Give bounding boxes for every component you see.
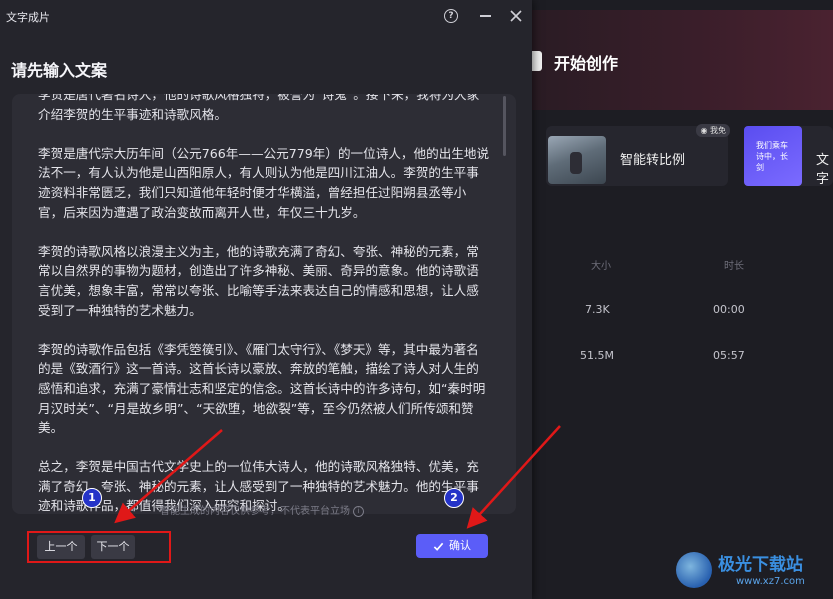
file-table	[532, 250, 833, 590]
script-paragraph: 李贺的诗歌风格以浪漫主义为主，他的诗歌充满了奇幻、夸张、神秘的元素，常常以自然界…	[38, 243, 479, 318]
text-to-video-label: 文字	[816, 153, 830, 187]
watermark-url: www.xz7.com	[736, 576, 805, 587]
step-marker-2: 2	[444, 488, 464, 508]
script-paragraph: 李贺的诗歌作品包括《李凭箜篌引》、《雁门太守行》、《梦天》等，其中最为著名的是《…	[38, 341, 486, 436]
size-column-header: 大小	[591, 261, 611, 272]
help-icon[interactable]: ?	[441, 6, 461, 26]
script-paragraph: 李贺是唐代著名诗人，他的诗歌风格独特，被誉为“诗鬼”。接下来，我将为大家介绍李贺…	[38, 94, 480, 122]
textarea-scrollbar[interactable]	[503, 96, 506, 156]
thumbnail-figure	[570, 152, 582, 174]
site-watermark: 极光下载站 www.xz7.com	[676, 546, 833, 599]
app-logo-icon	[532, 51, 542, 71]
text-to-video-thumbnail: 我们乘车诗中，长剑	[744, 126, 802, 186]
ai-disclaimer-text: 智能生成的内容仅供参考，不代表平台立场	[160, 506, 350, 517]
smart-ratio-label: 智能转比例	[620, 153, 686, 168]
dialog-heading: 请先输入文案	[11, 61, 108, 80]
watermark-title: 极光下载站	[718, 555, 803, 575]
help-circle: ?	[444, 9, 458, 23]
window-title: 文字成片	[6, 11, 50, 24]
watermark-logo-icon	[676, 552, 712, 588]
smart-ratio-thumbnail	[548, 136, 606, 184]
check-icon	[433, 542, 444, 551]
row2-size: 51.5M	[580, 349, 614, 362]
close-glyph	[510, 10, 522, 22]
smart-ratio-card[interactable]: 智能转比例 ◉ 我免	[546, 124, 730, 186]
text-to-video-dialog: 文字成片 ? 请先输入文案 李贺是唐代著名诗人，他的诗歌风格独特，被誉为“诗鬼”…	[0, 0, 532, 599]
row1-size: 7.3K	[585, 303, 610, 316]
bg-page-title: 开始创作	[554, 54, 619, 73]
titlebar: 文字成片 ?	[0, 0, 532, 32]
text-to-video-card[interactable]: 我们乘车诗中，长剑 文字	[744, 126, 833, 187]
info-icon[interactable]: i	[353, 505, 364, 517]
row1-duration: 00:00	[713, 303, 745, 316]
row2-duration: 05:57	[713, 349, 745, 362]
script-text: 李贺是唐代著名诗人，他的诗歌风格独特，被誉为“诗鬼”。接下来，我将为大家介绍李贺…	[38, 94, 490, 514]
script-paragraph: 李贺是唐代宗大历年间（公元766年——公元779年）的一位诗人，他的出生地说法不…	[38, 145, 490, 220]
script-textarea[interactable]: 李贺是唐代著名诗人，他的诗歌风格独特，被誉为“诗鬼”。接下来，我将为大家介绍李贺…	[12, 94, 516, 514]
nav-buttons-highlight	[27, 531, 171, 563]
minimize-bar	[479, 15, 491, 17]
step-marker-1: 1	[82, 488, 102, 508]
duration-column-header: 时长	[724, 261, 744, 272]
close-icon[interactable]	[506, 6, 526, 26]
ai-disclaimer: 智能生成的内容仅供参考，不代表平台立场 i	[160, 502, 364, 517]
minimize-icon[interactable]	[475, 6, 495, 26]
confirm-label: 确认	[449, 539, 471, 552]
confirm-button[interactable]: 确认	[416, 534, 488, 558]
thumbnail-text: 我们乘车诗中，长剑	[756, 141, 788, 172]
free-badge: ◉ 我免	[696, 124, 730, 137]
